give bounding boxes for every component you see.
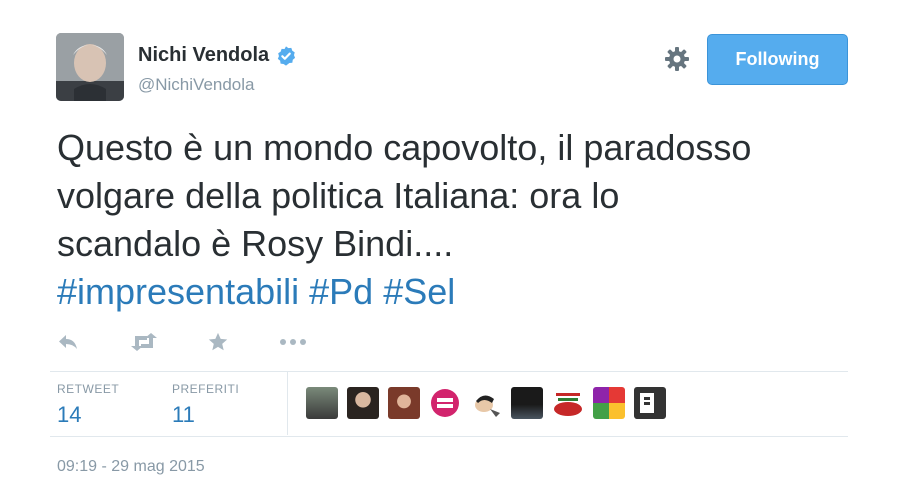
party-logo-icon xyxy=(554,393,582,416)
user-avatar-photo xyxy=(56,33,124,101)
user-handle[interactable]: @NichiVendola xyxy=(138,75,255,95)
favoriter-avatar[interactable] xyxy=(306,387,338,419)
equality-logo-icon xyxy=(431,389,459,417)
stats-separator xyxy=(287,372,288,435)
retweet-stat[interactable]: RETWEET 14 xyxy=(57,382,119,428)
display-name[interactable]: Nichi Vendola xyxy=(138,44,297,67)
tweet-line: volgare della politica Italiana: ora lo xyxy=(57,175,620,216)
reply-button[interactable] xyxy=(57,333,79,351)
favorites-label: PREFERITI xyxy=(172,382,240,396)
favoriter-avatars xyxy=(306,387,675,419)
favorite-star-icon xyxy=(208,332,228,351)
favoriter-avatar[interactable] xyxy=(347,387,379,419)
more-icon xyxy=(280,339,306,345)
more-button[interactable] xyxy=(279,338,307,346)
hashtag-link[interactable]: #Pd xyxy=(309,271,373,312)
favoriter-avatar[interactable] xyxy=(552,387,584,419)
verified-badge-icon xyxy=(277,45,296,66)
reply-icon xyxy=(59,335,77,349)
tweet-line: Questo è un mondo capovolto, il paradoss… xyxy=(57,127,752,168)
divider xyxy=(50,371,848,372)
hashtag-link[interactable]: #Sel xyxy=(383,271,455,312)
favorites-count: 11 xyxy=(172,402,195,427)
favoriter-avatar[interactable] xyxy=(511,387,543,419)
tweet-line: scandalo è Rosy Bindi.... xyxy=(57,223,454,264)
retweet-label: RETWEET xyxy=(57,382,120,396)
tweet-text: Questo è un mondo capovolto, il paradoss… xyxy=(57,124,857,316)
favoriter-avatar[interactable] xyxy=(634,387,666,419)
tweet-actions xyxy=(57,328,307,356)
favorite-button[interactable] xyxy=(207,331,229,353)
favoriter-avatar[interactable] xyxy=(593,387,625,419)
retweet-count: 14 xyxy=(57,402,82,427)
retweet-icon xyxy=(131,333,157,351)
favorites-stat[interactable]: PREFERITI 11 xyxy=(172,382,239,428)
avatar[interactable] xyxy=(56,33,124,101)
retweet-button[interactable] xyxy=(129,332,159,352)
divider xyxy=(50,436,848,437)
hashtag-list: #impresentabili #Pd #Sel xyxy=(57,268,857,316)
favoriter-avatar[interactable] xyxy=(429,387,461,419)
display-name-text: Nichi Vendola xyxy=(138,44,270,66)
gear-icon[interactable] xyxy=(663,45,691,73)
cartoon-avatar-icon xyxy=(475,395,500,417)
dark-avatar-icon xyxy=(640,393,654,413)
tweet-timestamp[interactable]: 09:19 - 29 mag 2015 xyxy=(57,458,205,476)
hashtag-link[interactable]: #impresentabili xyxy=(57,271,299,312)
favoriter-avatar[interactable] xyxy=(470,387,502,419)
favoriter-avatar[interactable] xyxy=(388,387,420,419)
following-button[interactable]: Following xyxy=(707,34,848,85)
